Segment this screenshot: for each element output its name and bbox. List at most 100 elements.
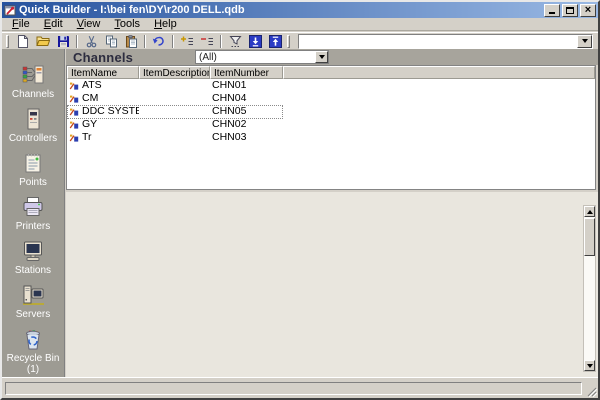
menu-file[interactable]: File [5,18,37,31]
sidebar-item-label: Servers [16,309,50,320]
save-button[interactable] [53,33,73,49]
item-name: GY [82,118,97,131]
remove-item-button[interactable] [197,33,217,49]
menu-edit[interactable]: Edit [37,18,70,31]
save-floppy-icon [57,35,70,48]
column-header-itemname[interactable]: ItemName [67,66,139,79]
download-button[interactable] [245,33,265,49]
new-file-icon [17,35,29,48]
scrollbar-thumb[interactable] [584,218,595,256]
item-name: CM [82,92,98,105]
minimize-icon [549,12,555,14]
add-item-button[interactable] [177,33,197,49]
filter-dropdown-button[interactable] [315,51,328,63]
remove-item-icon [200,35,214,48]
toolbar-grip[interactable] [6,35,9,48]
minimize-button[interactable] [544,4,560,17]
table-row[interactable]: GY CHN02 [67,118,595,131]
filter-funnel-icon [229,35,242,48]
app-icon [4,4,16,16]
sidebar-item-label: Channels [12,89,54,100]
scrollbar-down-button[interactable] [584,360,595,371]
toolbar-separator [76,35,78,48]
column-header-itemdescription[interactable]: ItemDescription [139,66,210,79]
item-number: CHN03 [210,131,283,144]
scrollbar-up-button[interactable] [584,206,595,217]
chevron-up-icon [587,210,593,214]
table-row[interactable]: DDC SYSTEMCHN05 [67,105,595,118]
title-bar[interactable]: Quick Builder - I:\bei fen\DY\r200 DELL.… [2,2,598,18]
chevron-down-icon [587,364,593,368]
menu-view[interactable]: View [70,18,108,31]
filter-button[interactable] [225,33,245,49]
status-bar [2,377,598,398]
download-icon [249,35,262,48]
menu-help[interactable]: Help [147,18,184,31]
view-title: Channels [73,50,133,65]
servers-icon [20,282,46,308]
item-number: CHN04 [210,92,283,105]
item-description [139,131,210,144]
chevron-down-icon [582,39,588,43]
filter-value: (All) [199,52,217,63]
vertical-scrollbar[interactable] [583,205,596,372]
content-area: Channels (All) ItemName ItemDescription … [66,49,598,377]
toolbar-separator [144,35,146,48]
quick-builder-window: Quick Builder - I:\bei fen\DY\r200 DELL.… [0,0,600,400]
sidebar-item-points[interactable]: Points [2,150,64,194]
cut-button[interactable] [81,33,101,49]
table-rows: ATSCHN01CM CHN04DDC SYSTEMCHN05GY CHN02TrC… [67,79,595,144]
menu-bar: FileEditViewToolsHelp [2,18,598,31]
resize-grip-icon[interactable] [585,385,597,397]
sidebar-item-stations[interactable]: Stations [2,238,64,282]
open-button[interactable] [33,33,53,49]
paste-clipboard-icon [125,35,138,48]
item-description [139,92,210,105]
menu-tools[interactable]: Tools [107,18,147,31]
sidebar: Channels Controllers Points Printers Sta… [2,49,65,377]
sidebar-item-channels[interactable]: Channels [2,62,64,106]
table-header: ItemName ItemDescription ItemNumber [67,66,595,79]
undo-button[interactable] [149,33,169,49]
copy-icon [105,35,118,48]
sidebar-item-printers[interactable]: Printers [2,194,64,238]
maximize-button[interactable] [562,4,578,17]
filter-combobox[interactable]: (All) [195,50,329,64]
chevron-down-icon [319,55,325,59]
sidebar-item-label: Recycle Bin [7,353,60,364]
paste-button[interactable] [121,33,141,49]
close-icon: × [585,6,591,15]
channel-item-icon [69,81,79,91]
view-header: Channels (All) [66,49,598,65]
sidebar-item-count: (1) [27,364,39,375]
new-button[interactable] [13,33,33,49]
channel-item-icon [69,120,79,130]
printers-icon [20,194,46,220]
channels-list-panel: ItemName ItemDescription ItemNumber ATSC… [66,65,596,190]
column-header-itemnumber[interactable]: ItemNumber [210,66,283,79]
upload-icon [269,35,282,48]
sidebar-item-recycle-bin[interactable]: Recycle Bin (1) [2,326,64,377]
toolbar-grip[interactable] [287,35,290,48]
sidebar-item-label: Stations [15,265,51,276]
close-button[interactable]: × [580,4,596,17]
channel-item-icon [69,133,79,143]
sidebar-item-label: Points [19,177,47,188]
item-number: CHN01 [210,79,283,92]
table-row[interactable]: CM CHN04 [67,92,595,105]
sidebar-item-servers[interactable]: Servers [2,282,64,326]
copy-button[interactable] [101,33,121,49]
toolbar-combo-dropdown-button[interactable] [577,35,592,48]
table-row[interactable]: ATSCHN01 [67,79,595,92]
add-item-icon [180,35,194,48]
window-title: Quick Builder - I:\bei fen\DY\r200 DELL.… [19,3,542,17]
status-text [5,382,582,395]
item-number: CHN02 [210,118,283,131]
upload-button[interactable] [265,33,285,49]
toolbar-combobox[interactable] [298,34,593,49]
sidebar-item-label: Controllers [9,133,57,144]
toolbar-separator [220,35,222,48]
sidebar-item-controllers[interactable]: Controllers [2,106,64,150]
points-icon [20,150,46,176]
table-row[interactable]: TrCHN03 [67,131,595,144]
